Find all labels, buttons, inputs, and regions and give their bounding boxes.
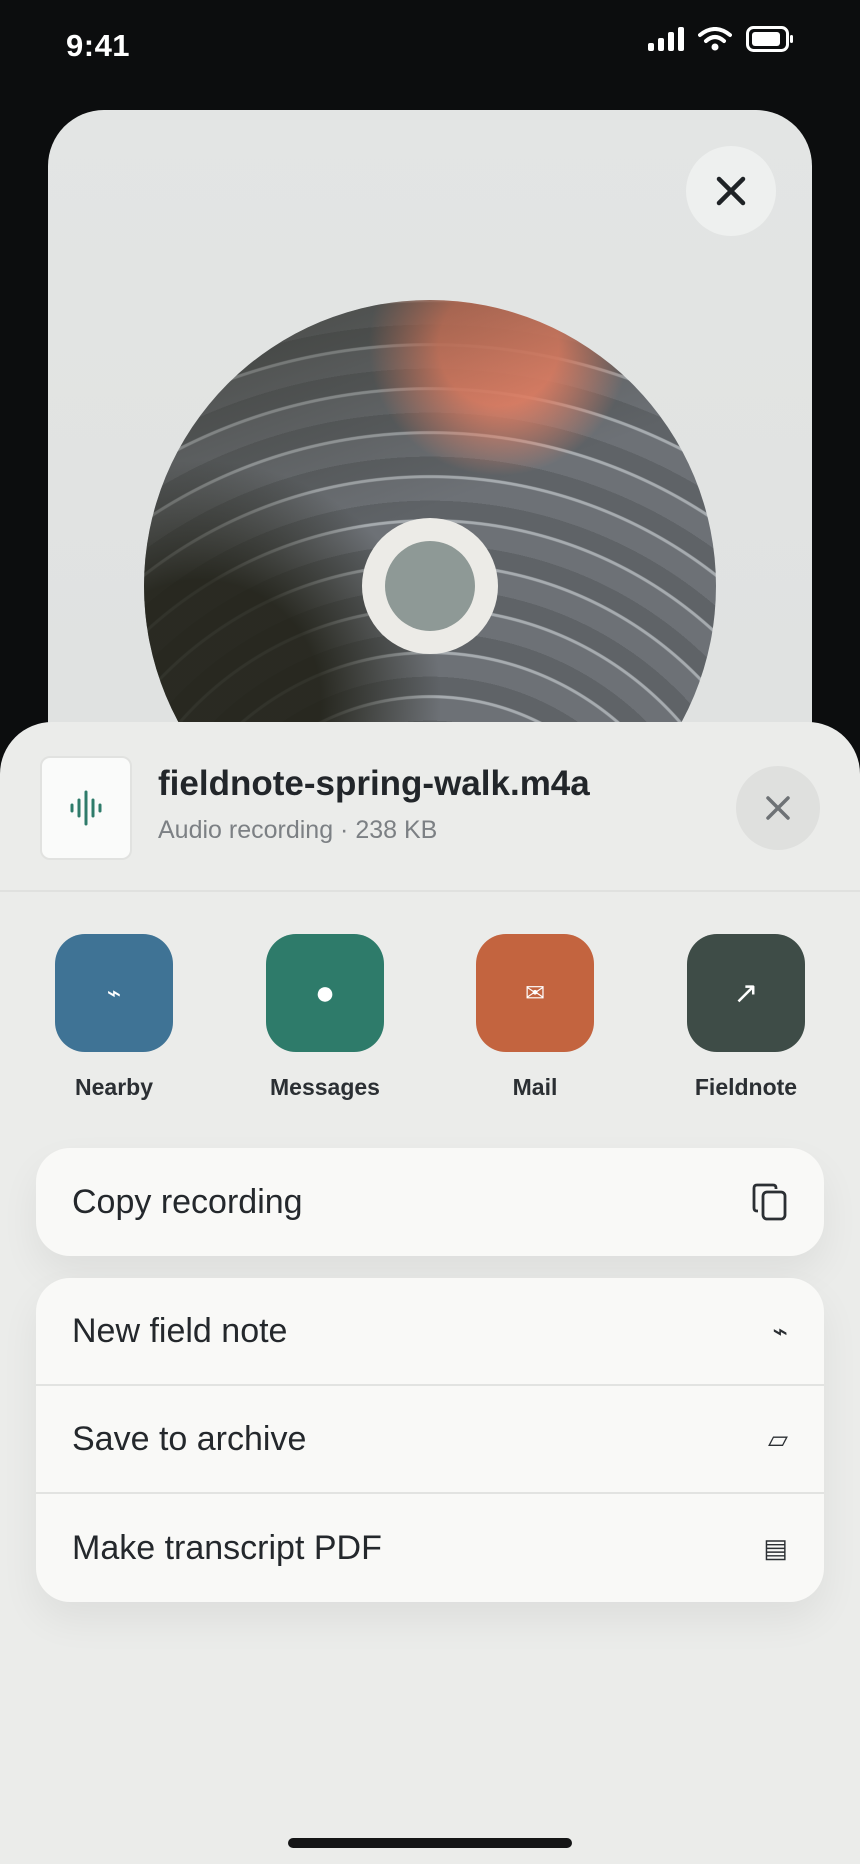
file-name: fieldnote-spring-walk.m4a: [158, 764, 590, 803]
action-label: New field note: [72, 1311, 288, 1350]
wifi-icon: [698, 27, 732, 51]
nearby-icon: ⌁: [55, 934, 173, 1052]
share-app-label: Mail: [512, 1074, 558, 1100]
share-app-mail[interactable]: ✉ Mail: [455, 934, 615, 1101]
action-label: Save to archive: [72, 1419, 307, 1458]
action-label: Copy recording: [72, 1182, 303, 1221]
make-transcript-pdf-row[interactable]: Make transcript PDF ▤: [36, 1494, 824, 1602]
lightning-icon: ⌁: [772, 1315, 788, 1346]
close-icon: [716, 176, 746, 206]
archive-icon: ▱: [768, 1423, 788, 1454]
signal-icon: [648, 27, 684, 51]
home-indicator[interactable]: [288, 1838, 572, 1848]
messages-icon: ●: [266, 934, 384, 1052]
arrow-up-right-icon: ↗: [687, 934, 805, 1052]
primary-actions: Copy recording: [36, 1148, 824, 1256]
share-apps-row: ⌁ Nearby ● Messages ✉ Mail ↗ Fieldnote: [0, 934, 860, 1114]
status-bar: 9:41: [0, 0, 860, 100]
action-label: Make transcript PDF: [72, 1528, 382, 1567]
share-app-messages[interactable]: ● Messages: [245, 934, 405, 1101]
file-meta: Audio recording · 238 KB: [158, 816, 438, 844]
copy-icon: [752, 1183, 787, 1221]
secondary-actions: New field note ⌁ Save to archive ▱ Make …: [36, 1278, 824, 1602]
copy-recording-row[interactable]: Copy recording: [36, 1148, 824, 1256]
new-field-note-row[interactable]: New field note ⌁: [36, 1278, 824, 1386]
status-time: 9:41: [66, 28, 131, 63]
share-app-fieldnote[interactable]: ↗ Fieldnote: [666, 934, 826, 1101]
mail-icon: ✉: [476, 934, 594, 1052]
share-app-label: Fieldnote: [694, 1074, 798, 1100]
file-thumbnail: [40, 756, 132, 860]
save-to-archive-row[interactable]: Save to archive ▱: [36, 1386, 824, 1494]
status-icons: [648, 26, 794, 52]
disc-hub: [362, 518, 498, 654]
share-app-nearby[interactable]: ⌁ Nearby: [34, 934, 194, 1101]
preview-close-button[interactable]: [686, 146, 776, 236]
file-header: fieldnote-spring-walk.m4a Audio recordin…: [0, 722, 860, 892]
close-icon: [766, 796, 790, 820]
share-app-label: Messages: [270, 1074, 380, 1100]
share-sheet: fieldnote-spring-walk.m4a Audio recordin…: [0, 722, 860, 1864]
waveform-icon: [70, 790, 102, 826]
battery-icon: [746, 26, 793, 52]
share-app-label: Nearby: [75, 1074, 153, 1100]
document-icon: ▤: [763, 1532, 788, 1563]
sheet-close-button[interactable]: [736, 766, 820, 850]
